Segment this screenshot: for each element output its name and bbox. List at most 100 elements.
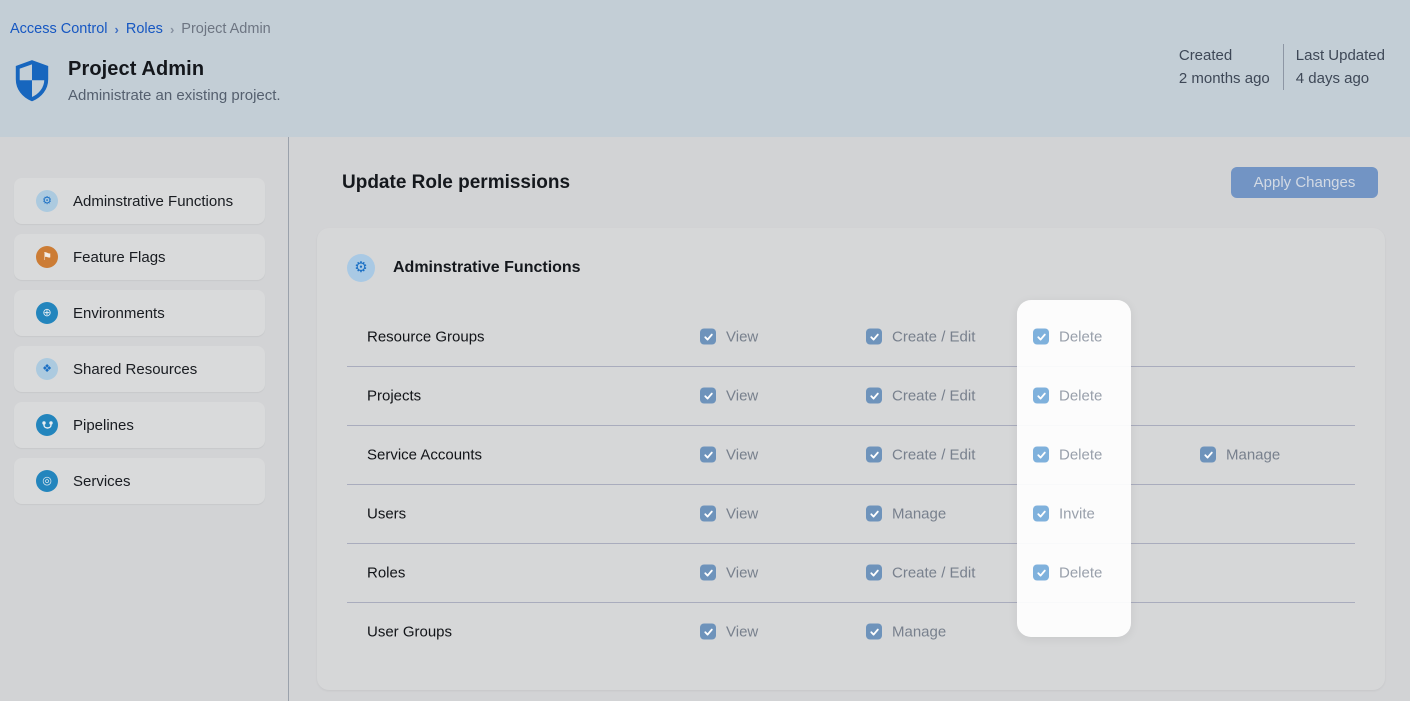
created-value: 2 months ago: [1179, 67, 1270, 90]
permission-row-label: Service Accounts: [367, 446, 482, 463]
permission-row-resource-groups: Resource Groups View Create / Edit Delete: [317, 307, 1385, 366]
sidebar-item-feature-flags[interactable]: ⚑ Feature Flags: [14, 234, 265, 280]
permission-label: View: [726, 387, 758, 404]
permission-cell: View: [700, 446, 758, 463]
gear-icon: ⚙: [347, 254, 375, 282]
permission-label: Invite: [1059, 505, 1095, 522]
checkbox-checked-icon[interactable]: [1033, 388, 1049, 404]
checkbox-checked-icon[interactable]: [1033, 447, 1049, 463]
checkbox-checked-icon[interactable]: [866, 506, 882, 522]
permission-label: View: [726, 328, 758, 345]
sidebar-item-adminstrative-functions[interactable]: ⚙ Adminstrative Functions: [14, 178, 265, 224]
sidebar-item-label: Environments: [73, 305, 165, 322]
checkbox-checked-icon[interactable]: [700, 447, 716, 463]
permission-cell: View: [700, 564, 758, 581]
checkbox-checked-icon[interactable]: [1033, 506, 1049, 522]
sidebar-item-label: Shared Resources: [73, 361, 197, 378]
permission-row-label: Roles: [367, 564, 405, 581]
checkbox-checked-icon[interactable]: [700, 624, 716, 640]
permission-label: Delete: [1059, 446, 1102, 463]
checkbox-checked-icon[interactable]: [700, 506, 716, 522]
created-label: Created: [1179, 44, 1232, 67]
section-title: Update Role permissions: [342, 172, 570, 194]
permission-label: View: [726, 623, 758, 640]
gear-icon: ⚙: [36, 190, 58, 212]
sidebar-item-pipelines[interactable]: Pipelines: [14, 402, 265, 448]
permission-label: View: [726, 446, 758, 463]
checkbox-checked-icon[interactable]: [866, 388, 882, 404]
checkbox-checked-icon[interactable]: [866, 329, 882, 345]
breadcrumb-separator: ›: [170, 22, 174, 37]
permission-row-service-accounts: Service Accounts View Create / Edit Delete M…: [317, 425, 1385, 484]
permission-row-users: Users View Manage Invite: [317, 484, 1385, 543]
sidebar-item-services[interactable]: ◎ Services: [14, 458, 265, 504]
pipeline-icon: [36, 414, 58, 436]
permission-cell: Manage: [1200, 446, 1280, 463]
permission-label: Create / Edit: [892, 387, 975, 404]
sidebar-item-shared-resources[interactable]: ❖Shared Resources: [14, 346, 265, 392]
permission-row-label: Resource Groups: [367, 328, 485, 345]
checkbox-checked-icon[interactable]: [866, 624, 882, 640]
permission-label: Manage: [1226, 446, 1280, 463]
breadcrumb-separator: ›: [115, 22, 119, 37]
last-updated-label: Last Updated: [1296, 44, 1385, 67]
permission-cell: Delete: [1033, 328, 1102, 345]
permissions-main: Update Role permissions Apply Changes ⚙ …: [289, 137, 1410, 701]
permission-cell: View: [700, 328, 758, 345]
permission-cell: Manage: [866, 505, 946, 522]
breadcrumb: Access Control › Roles › Project Admin: [10, 21, 271, 37]
permission-label: Create / Edit: [892, 564, 975, 581]
permission-row-label: Projects: [367, 387, 421, 404]
checkbox-checked-icon[interactable]: [1033, 565, 1049, 581]
permission-cell: Create / Edit: [866, 328, 975, 345]
services-icon: ◎: [36, 470, 58, 492]
checkbox-checked-icon[interactable]: [700, 329, 716, 345]
role-meta: Created 2 months ago Last Updated 4 days…: [1179, 44, 1385, 90]
checkbox-checked-icon[interactable]: [1033, 329, 1049, 345]
permission-cell: Invite: [1033, 505, 1095, 522]
permissions-card-title: Adminstrative Functions: [393, 259, 581, 277]
apply-changes-button[interactable]: Apply Changes: [1231, 167, 1378, 198]
checkbox-checked-icon[interactable]: [1200, 447, 1216, 463]
permission-cell: Create / Edit: [866, 446, 975, 463]
sidebar-item-environments[interactable]: ⊕ Environments: [14, 290, 265, 336]
breadcrumb-link[interactable]: Roles: [126, 21, 163, 37]
breadcrumb-link[interactable]: Access Control: [10, 21, 108, 37]
permission-groups-sidebar: ⚙ Adminstrative Functions ⚑ Feature Flags ⊕ E…: [0, 137, 289, 701]
permission-cell: View: [700, 623, 758, 640]
sidebar-item-label: Adminstrative Functions: [73, 193, 233, 210]
permission-row-label: User Groups: [367, 623, 452, 640]
permission-row-label: Users: [367, 505, 406, 522]
sidebar-item-label: Pipelines: [73, 417, 134, 434]
permission-row-roles: Roles View Create / Edit Delete: [317, 543, 1385, 602]
flag-icon: ⚑: [36, 246, 58, 268]
permission-label: Delete: [1059, 387, 1102, 404]
permission-cell: View: [700, 505, 758, 522]
sidebar-item-label: Services: [73, 473, 131, 490]
permission-label: Delete: [1059, 564, 1102, 581]
checkbox-checked-icon[interactable]: [700, 565, 716, 581]
permission-cell: Create / Edit: [866, 387, 975, 404]
permission-cell: Manage: [866, 623, 946, 640]
globe-icon: ⊕: [36, 302, 58, 324]
sidebar-item-label: Feature Flags: [73, 249, 166, 266]
permission-label: Manage: [892, 623, 946, 640]
shield-icon: [14, 60, 50, 102]
breadcrumb-current: Project Admin: [181, 21, 270, 37]
last-updated-value: 4 days ago: [1296, 67, 1385, 90]
checkbox-checked-icon[interactable]: [700, 388, 716, 404]
permission-label: Delete: [1059, 328, 1102, 345]
permission-cell: Delete: [1033, 387, 1102, 404]
permission-cell: View: [700, 387, 758, 404]
page-header: Access Control › Roles › Project Admin Proje…: [0, 0, 1410, 137]
permissions-card: ⚙ Adminstrative Functions Resource Group…: [317, 228, 1385, 690]
role-hero: Project Admin Administrate an existing p…: [14, 58, 281, 104]
checkbox-checked-icon[interactable]: [866, 565, 882, 581]
page-subtitle: Administrate an existing project.: [68, 87, 281, 104]
permissions-table: Resource GroupsViewCreate / EditDeletePr…: [317, 307, 1385, 661]
permission-row-projects: Projects View Create / Edit Delete: [317, 366, 1385, 425]
highlight-overlay: [1017, 300, 1131, 637]
checkbox-checked-icon[interactable]: [866, 447, 882, 463]
permission-label: Create / Edit: [892, 328, 975, 345]
permission-label: Create / Edit: [892, 446, 975, 463]
